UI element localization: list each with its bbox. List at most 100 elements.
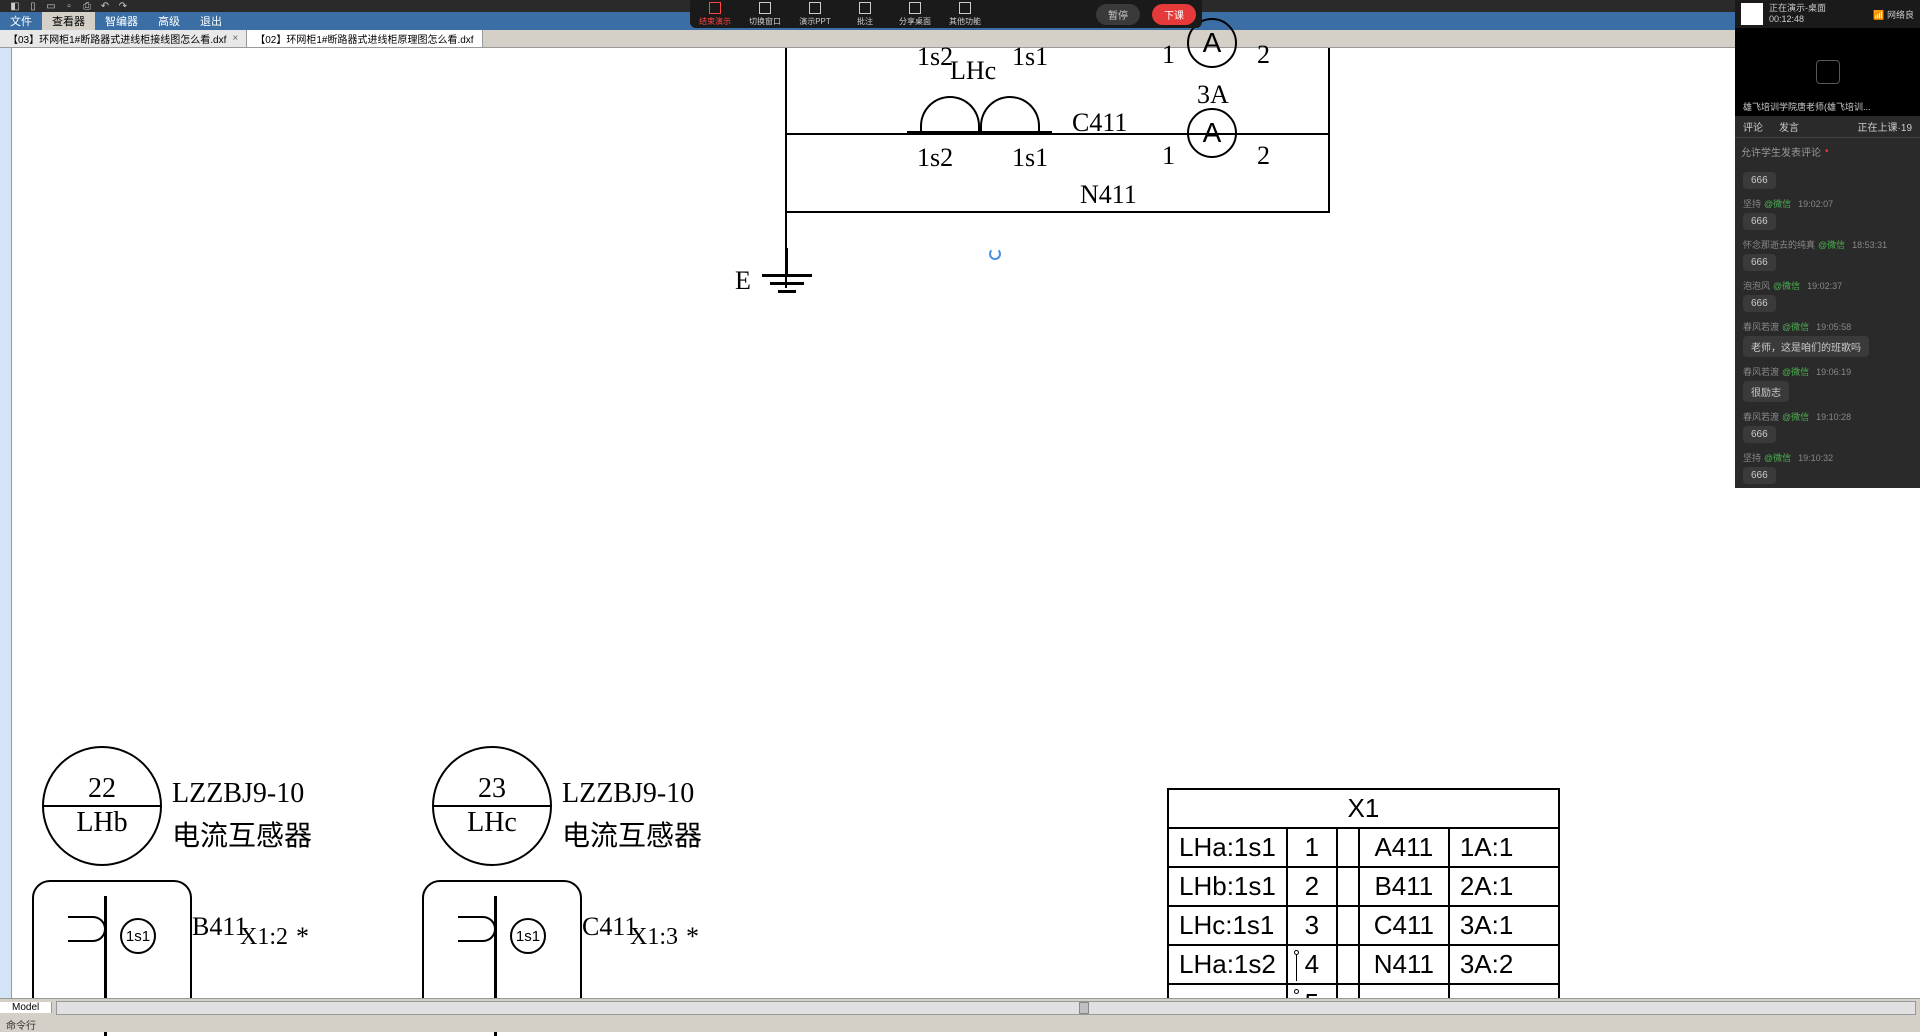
chat-tabs: 评论 发言 正在上课·19 (1735, 116, 1920, 138)
cell: 2 (1287, 867, 1337, 906)
annotate-button[interactable]: 批注 (840, 0, 890, 28)
switch-window-button[interactable]: 切换窗口 (740, 0, 790, 28)
horizontal-scrollbar[interactable] (56, 1001, 1916, 1015)
menu-viewer[interactable]: 查看器 (42, 12, 95, 30)
chat-message: 666 (1735, 165, 1920, 193)
cell (1337, 906, 1359, 945)
label-3a: 3A (1197, 80, 1229, 110)
chat-user: 泡泡风@微信19:02:37 (1743, 279, 1912, 292)
menu-editor[interactable]: 智编器 (95, 12, 148, 30)
star: * (296, 922, 309, 952)
cell: 3A:1 (1449, 906, 1559, 945)
meeting-control-bar: 结束演示 切换窗口 演示PPT 批注 分享桌面 其他功能 暂停 下课 (690, 0, 1202, 28)
label-x13: X1:3 (630, 924, 678, 951)
cell: 4 (1287, 945, 1337, 984)
chat-message: 坚持@微信19:10:32666 (1735, 447, 1920, 488)
table-row: LHb:1s1 2 B411 2A:1 (1168, 867, 1559, 906)
new-icon[interactable]: ▯ (26, 0, 40, 12)
terminal-label: 1s1 (126, 928, 150, 945)
notice-text: 允许学生发表评论 (1741, 144, 1821, 159)
cell: A411 (1359, 828, 1449, 867)
terminal-1s1: 1s1 (510, 918, 546, 954)
avatar (1741, 3, 1763, 25)
component-22: 22 LHb LZZBJ9-10 电流互感器 (42, 746, 162, 866)
tab-doc-2[interactable]: 【02】环网柜1#断路器式进线柜原理图怎么看.dxf (247, 30, 482, 47)
tab-online[interactable]: 正在上课·19 (1850, 116, 1920, 137)
save-icon[interactable]: ▫ (62, 0, 76, 12)
chat-message: 泡泡风@微信19:02:37666 (1735, 275, 1920, 316)
chat-user: 坚持@微信19:02:07 (1743, 197, 1912, 210)
camera-preview[interactable]: 雄飞培训学院唐老师(雄飞培训... (1735, 28, 1920, 116)
more-functions-button[interactable]: 其他功能 (940, 0, 990, 28)
tab-model[interactable]: Model (0, 1002, 52, 1013)
component-code: LHb (76, 807, 127, 839)
window-icon (759, 2, 771, 14)
print-icon[interactable]: ⎙ (80, 0, 94, 12)
tab-comment[interactable]: 评论 (1735, 116, 1771, 137)
drawing-canvas[interactable]: 1s2 1s1 LHc 1s2 1s1 C411 N411 1 2 1 2 A … (12, 48, 1920, 996)
chat-panel: 正在演示-桌面 00:12:48 📶 网络良 雄飞培训学院唐老师(雄飞培训...… (1735, 0, 1920, 488)
plus-icon (959, 2, 971, 14)
cell (1337, 828, 1359, 867)
share-desktop-button[interactable]: 分享桌面 (890, 0, 940, 28)
label-2: 2 (1257, 141, 1270, 171)
wire-vertical (1328, 48, 1330, 213)
ammeter-letter: A (1203, 117, 1222, 149)
menu-file[interactable]: 文件 (0, 12, 42, 30)
coil-base (907, 131, 1052, 134)
chat-user: 春风若渡@微信19:10:28 (1743, 410, 1912, 423)
close-icon[interactable]: × (232, 33, 238, 44)
label-1s2: 1s2 (917, 42, 953, 72)
chat-bubble: 666 (1743, 426, 1776, 443)
wire-vertical (786, 248, 788, 274)
status-bar: 命令行 (0, 1016, 1920, 1032)
ammeter: A (1187, 108, 1237, 158)
present-ppt-button[interactable]: 演示PPT (790, 0, 840, 28)
cell: LHb:1s1 (1168, 867, 1287, 906)
end-class-button[interactable]: 下课 (1152, 4, 1196, 25)
label-lhc: LHc (950, 56, 996, 86)
chat-bubble: 666 (1743, 254, 1776, 271)
label-1: 1 (1162, 141, 1175, 171)
ppt-icon (809, 2, 821, 14)
menu-advanced[interactable]: 高级 (148, 12, 190, 30)
label-1s1: 1s1 (1012, 143, 1048, 173)
tab-doc-1[interactable]: 【03】环网柜1#断路器式进线柜接线图怎么看.dxf × (0, 30, 247, 47)
cell: 1A:1 (1449, 828, 1559, 867)
component-number: 22 (88, 773, 116, 805)
undo-icon[interactable]: ↶ (98, 0, 112, 12)
cell: B411 (1359, 867, 1449, 906)
cell: C411 (1359, 906, 1449, 945)
table-title: X1 (1168, 789, 1559, 828)
chat-bubble: 很励志 (1743, 381, 1789, 402)
chat-bubble: 666 (1743, 467, 1776, 484)
pause-button[interactable]: 暂停 (1096, 4, 1140, 25)
label-2: 2 (1257, 40, 1270, 70)
cell: 2A:1 (1449, 867, 1559, 906)
redo-icon[interactable]: ↷ (116, 0, 130, 12)
cell: N411 (1359, 945, 1449, 984)
open-icon[interactable]: ▭ (44, 0, 58, 12)
tab-speak[interactable]: 发言 (1771, 116, 1807, 137)
timer: 00:12:48 (1769, 14, 1826, 25)
component-code: LHc (467, 807, 517, 839)
component-name: 电流互感器 (562, 814, 702, 854)
cell: 3 (1287, 906, 1337, 945)
label-e: E (735, 266, 751, 296)
coil-arc (920, 96, 980, 131)
btn-label: 批注 (857, 16, 873, 27)
component-23: 23 LHc LZZBJ9-10 电流互感器 (432, 746, 552, 866)
chat-user: 春风若渡@微信19:05:58 (1743, 320, 1912, 333)
label-c411: C411 (1072, 108, 1127, 138)
component-circle: 22 LHb (42, 746, 162, 866)
coil-arc (68, 916, 106, 942)
chat-user: 春风若渡@微信19:06:19 (1743, 365, 1912, 378)
star: * (686, 922, 699, 952)
btn-label: 结束演示 (699, 16, 731, 27)
end-present-button[interactable]: 结束演示 (690, 0, 740, 28)
scroll-thumb[interactable] (1079, 1002, 1089, 1014)
wire-horizontal (785, 211, 1330, 213)
chat-bubble: 666 (1743, 172, 1776, 189)
menu-exit[interactable]: 退出 (190, 12, 232, 30)
tab-label: 【03】环网柜1#断路器式进线柜接线图怎么看.dxf (8, 31, 226, 46)
